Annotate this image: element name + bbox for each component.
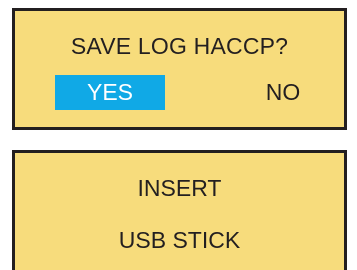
insert-usb-line-1: INSERT [137, 175, 222, 201]
insert-usb-message-panel: INSERT USB STICK [12, 150, 347, 270]
save-log-dialog: SAVE LOG HACCP? YES NO [12, 8, 347, 130]
insert-usb-line-2: USB STICK [118, 227, 241, 253]
yes-button[interactable]: YES [55, 75, 165, 110]
save-log-prompt: SAVE LOG HACCP? [70, 33, 289, 59]
no-button[interactable]: NO [243, 75, 323, 110]
